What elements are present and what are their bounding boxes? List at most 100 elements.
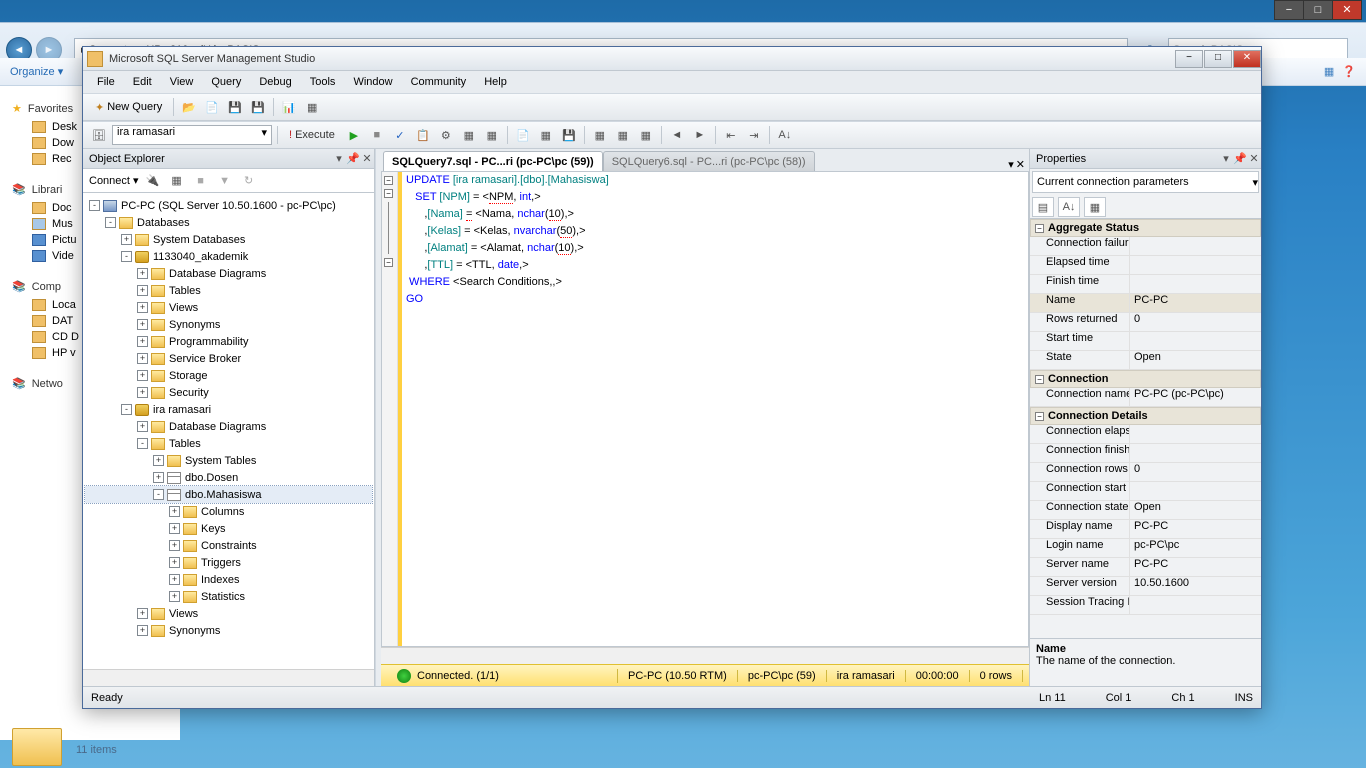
menu-window[interactable]: Window — [345, 74, 400, 90]
prop-row[interactable]: Connection rows0 — [1030, 463, 1261, 482]
dropdown-icon[interactable]: ▾ — [332, 152, 346, 165]
expand-icon[interactable]: + — [153, 455, 164, 466]
prop-row[interactable]: Connection namePC-PC (pc-PC\pc) — [1030, 388, 1261, 407]
prop-row[interactable]: Connection failur — [1030, 237, 1261, 256]
prop-row[interactable]: Connection stateOpen — [1030, 501, 1261, 520]
oe-stop-icon[interactable]: ■ — [191, 171, 211, 191]
prop-category[interactable]: −Aggregate Status — [1030, 219, 1261, 237]
tree-node[interactable]: +Database Diagrams — [85, 265, 372, 282]
tree-node[interactable]: -1133040_akademik — [85, 248, 372, 265]
tree-node[interactable]: +Programmability — [85, 333, 372, 350]
alphabetical-icon[interactable]: A↓ — [1058, 197, 1080, 217]
expand-icon[interactable]: + — [137, 421, 148, 432]
debug-icon[interactable]: ▶ — [344, 125, 364, 145]
stop-icon[interactable]: ■ — [367, 125, 387, 145]
increase-indent-icon[interactable]: ► — [690, 125, 710, 145]
editor-scrollbar-h[interactable] — [381, 647, 1029, 664]
query-options-icon[interactable]: ⚙ — [436, 125, 456, 145]
intellisense-icon[interactable]: ▦ — [459, 125, 479, 145]
desktop-minimize[interactable]: − — [1274, 0, 1304, 20]
prop-row[interactable]: Connection finish — [1030, 444, 1261, 463]
expand-icon[interactable]: + — [137, 625, 148, 636]
close-tab-icon[interactable]: ✕ — [1016, 158, 1025, 171]
expand-icon[interactable]: + — [153, 472, 164, 483]
tree-node[interactable]: +Keys — [85, 520, 372, 537]
oe-tree[interactable]: -PC-PC (SQL Server 10.50.1600 - pc-PC\pc… — [83, 193, 374, 669]
categorized-icon[interactable]: ▤ — [1032, 197, 1054, 217]
expand-icon[interactable]: + — [169, 506, 180, 517]
tree-node[interactable]: +Tables — [85, 282, 372, 299]
prop-row[interactable]: Session Tracing ID — [1030, 596, 1261, 615]
expand-icon[interactable]: - — [105, 217, 116, 228]
oe-filter-icon[interactable]: ▼ — [215, 171, 235, 191]
organize-menu[interactable]: Organize ▾ — [10, 65, 63, 78]
tree-node[interactable]: +System Tables — [85, 452, 372, 469]
tree-node[interactable]: +Storage — [85, 367, 372, 384]
close-panel-icon[interactable]: ✕ — [360, 152, 374, 165]
ssms-minimize[interactable]: − — [1175, 50, 1203, 68]
expand-icon[interactable]: + — [137, 319, 148, 330]
registered-servers-icon[interactable]: ▦ — [302, 97, 322, 117]
tree-node[interactable]: -dbo.Mahasiswa — [85, 486, 372, 503]
tree-node[interactable]: +Views — [85, 299, 372, 316]
save-all-icon[interactable]: 💾 — [248, 97, 268, 117]
tree-node[interactable]: +Database Diagrams — [85, 418, 372, 435]
database-select[interactable]: ira ramasari ▾ — [112, 125, 272, 145]
editor-tab[interactable]: SQLQuery7.sql - PC...ri (pc-PC\pc (59)) — [383, 151, 603, 171]
prop-row[interactable]: Connection start — [1030, 482, 1261, 501]
estimated-plan-icon[interactable]: 📋 — [413, 125, 433, 145]
tree-node[interactable]: -PC-PC (SQL Server 10.50.1600 - pc-PC\pc… — [85, 197, 372, 214]
props-pin-icon[interactable]: 📌 — [1233, 152, 1247, 165]
expand-icon[interactable]: + — [169, 591, 180, 602]
code-content[interactable]: UPDATE [ira ramasari].[dbo].[Mahasiswa] … — [402, 172, 609, 646]
help-icon[interactable]: ❓ — [1342, 65, 1356, 78]
menu-view[interactable]: View — [162, 74, 202, 90]
new-query-button[interactable]: ✦New Query — [89, 101, 168, 114]
expand-icon[interactable]: + — [121, 234, 132, 245]
comment-icon[interactable]: ▦ — [590, 125, 610, 145]
sql-editor[interactable]: − − − UPDATE [ira ramasari].[dbo].[Mahas… — [381, 171, 1029, 647]
view-icon[interactable]: ▦ — [1324, 65, 1334, 78]
menu-tools[interactable]: Tools — [302, 74, 344, 90]
oe-disconnect-icon[interactable]: ▦ — [167, 171, 187, 191]
uncomment-icon[interactable]: ▦ — [613, 125, 633, 145]
results-file-icon[interactable]: 💾 — [559, 125, 579, 145]
expand-icon[interactable]: + — [137, 370, 148, 381]
ssms-titlebar[interactable]: Microsoft SQL Server Management Studio −… — [83, 47, 1261, 71]
tree-node[interactable]: +Triggers — [85, 554, 372, 571]
prop-row[interactable]: Display namePC-PC — [1030, 520, 1261, 539]
expand-icon[interactable]: + — [137, 608, 148, 619]
indent2-icon[interactable]: ⇥ — [744, 125, 764, 145]
props-close-icon[interactable]: ✕ — [1247, 152, 1261, 165]
fold-gutter[interactable]: − − − — [382, 172, 398, 646]
outdent-icon[interactable]: ⇤ — [721, 125, 741, 145]
active-files-icon[interactable]: ▾ — [1008, 158, 1014, 171]
menu-query[interactable]: Query — [203, 74, 249, 90]
menu-file[interactable]: File — [89, 74, 123, 90]
oe-connect-icon[interactable]: 🔌 — [143, 171, 163, 191]
tree-node[interactable]: +System Databases — [85, 231, 372, 248]
menu-debug[interactable]: Debug — [251, 74, 299, 90]
expand-icon[interactable]: + — [137, 302, 148, 313]
expand-icon[interactable]: + — [137, 387, 148, 398]
prop-category[interactable]: −Connection — [1030, 370, 1261, 388]
prop-row[interactable]: Rows returned0 — [1030, 313, 1261, 332]
tree-node[interactable]: -Databases — [85, 214, 372, 231]
expand-icon[interactable]: - — [89, 200, 100, 211]
results-text-icon[interactable]: 📄 — [513, 125, 533, 145]
props-dropdown-icon[interactable]: ▾ — [1219, 152, 1233, 165]
specify-values-icon[interactable]: A↓ — [775, 125, 795, 145]
expand-icon[interactable]: - — [121, 404, 132, 415]
desktop-close[interactable]: ✕ — [1332, 0, 1362, 20]
activity-icon[interactable]: 📊 — [279, 97, 299, 117]
menu-edit[interactable]: Edit — [125, 74, 160, 90]
expand-icon[interactable]: + — [169, 523, 180, 534]
include-plan-icon[interactable]: ▦ — [482, 125, 502, 145]
prop-row[interactable]: Server namePC-PC — [1030, 558, 1261, 577]
menu-community[interactable]: Community — [403, 74, 475, 90]
expand-icon[interactable]: + — [137, 336, 148, 347]
scrollbar-h[interactable] — [83, 669, 374, 686]
expand-icon[interactable]: + — [169, 540, 180, 551]
open-icon[interactable]: 📂 — [179, 97, 199, 117]
prop-row[interactable]: StateOpen — [1030, 351, 1261, 370]
